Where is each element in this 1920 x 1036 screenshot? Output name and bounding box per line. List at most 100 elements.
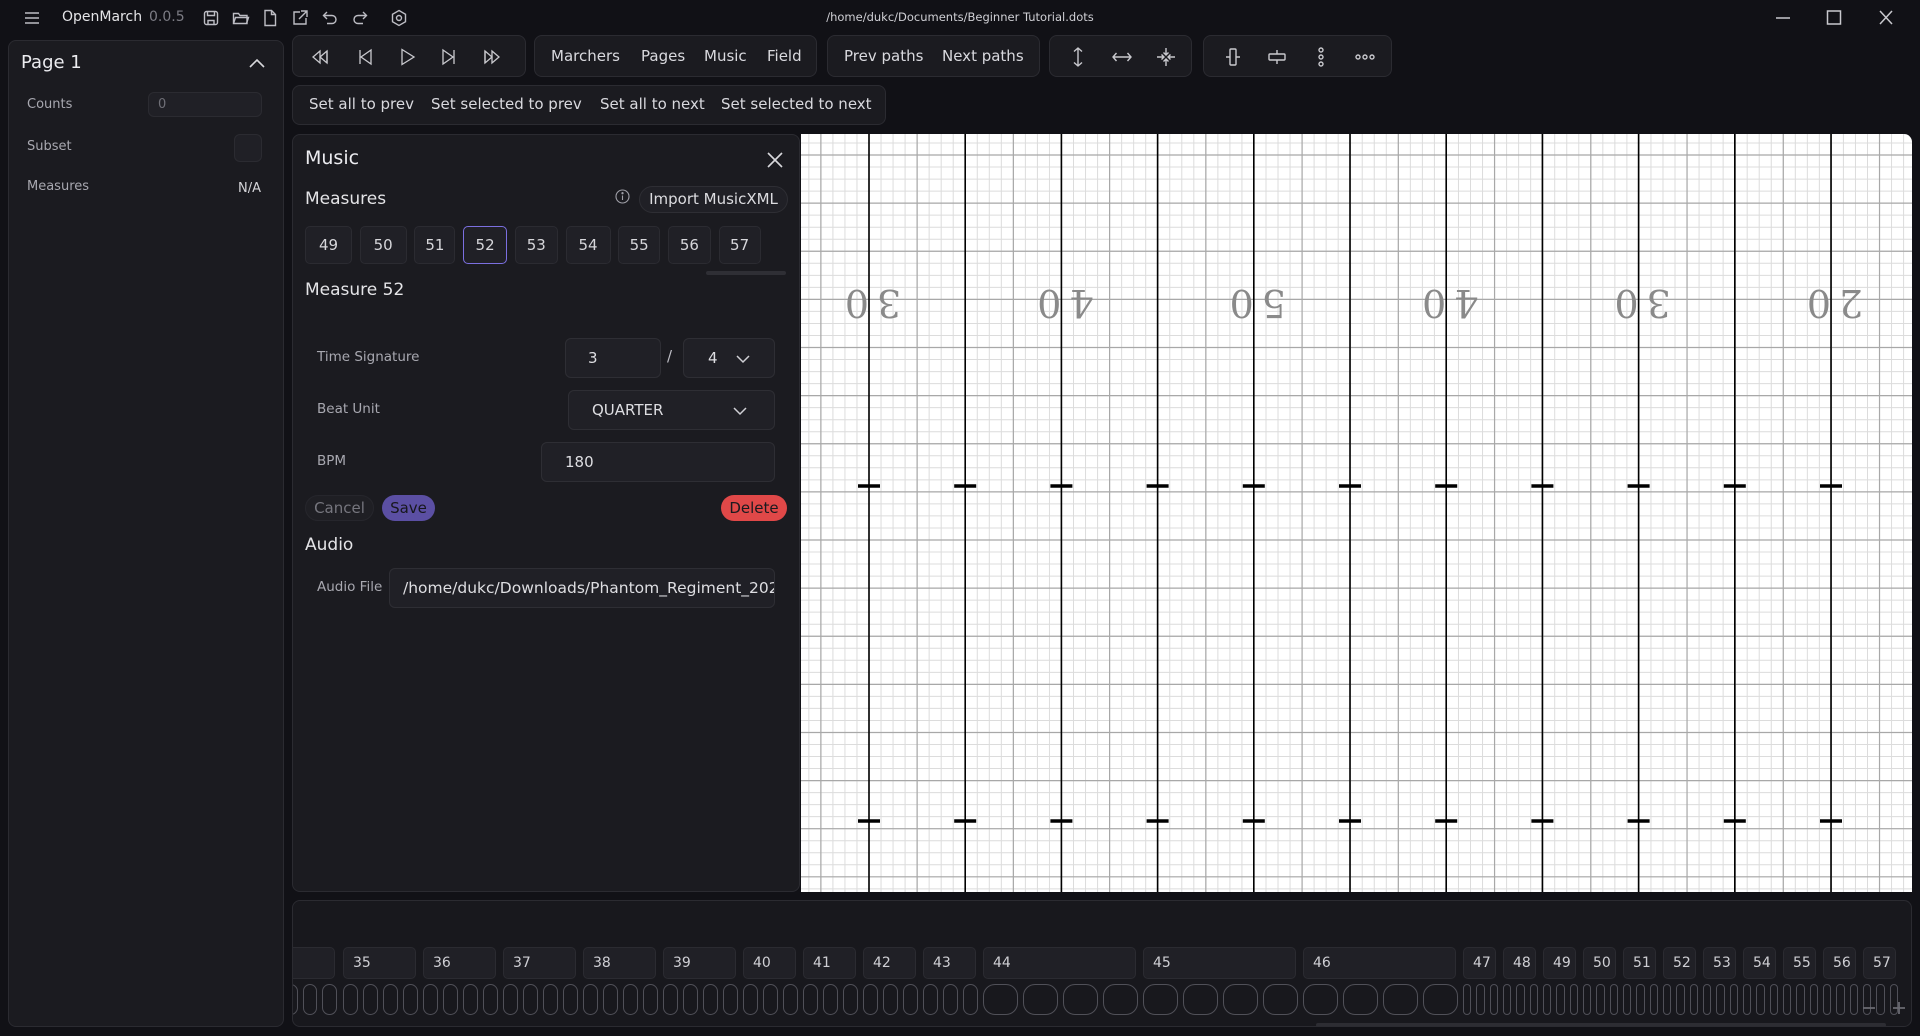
flip-horizontal-icon[interactable]	[1109, 44, 1135, 70]
close-icon[interactable]	[763, 148, 787, 172]
timeline-beat[interactable]	[903, 984, 918, 1015]
timeline-beat[interactable]	[623, 984, 638, 1015]
timeline-measure[interactable]: 46	[1303, 947, 1456, 979]
timeline-beat[interactable]	[343, 984, 358, 1015]
timeline-measure[interactable]: 36	[423, 947, 496, 979]
measure-button[interactable]: 54	[565, 226, 611, 264]
cancel-button[interactable]: Cancel	[305, 495, 374, 521]
minimize-icon[interactable]	[1770, 6, 1796, 30]
timeline-beat[interactable]	[1729, 984, 1738, 1015]
timeline-beat[interactable]	[1463, 984, 1472, 1015]
timeline-beat[interactable]	[1623, 984, 1632, 1015]
timeline-beat[interactable]	[1783, 984, 1792, 1015]
timeline-beat[interactable]	[1583, 984, 1592, 1015]
timeline-measure[interactable]: 52	[1663, 947, 1696, 979]
minus-icon[interactable]	[1861, 1000, 1877, 1016]
close-window-icon[interactable]	[1873, 6, 1899, 30]
timeline-beat[interactable]	[823, 984, 838, 1015]
timeline-measure[interactable]: 40	[743, 947, 796, 979]
timeline-measure[interactable]: 37	[503, 947, 576, 979]
timeline-beat[interactable]	[1063, 984, 1098, 1015]
timeline-beat[interactable]	[322, 984, 337, 1015]
plus-icon[interactable]	[1891, 1000, 1907, 1016]
timeline-beat[interactable]	[603, 984, 618, 1015]
timeline-beat[interactable]	[1769, 984, 1778, 1015]
new-file-icon[interactable]	[260, 8, 280, 28]
timeline-beat[interactable]	[1263, 984, 1298, 1015]
timeline-beat[interactable]	[523, 984, 538, 1015]
music-button[interactable]: Music	[704, 47, 747, 65]
timeline-beat[interactable]	[1849, 984, 1858, 1015]
timeline-beat[interactable]	[663, 984, 678, 1015]
timeline-beat[interactable]	[643, 984, 658, 1015]
delete-button[interactable]: Delete	[721, 495, 787, 521]
settings-icon[interactable]	[389, 8, 409, 28]
timeline-scrollbar[interactable]	[1316, 1023, 1886, 1026]
timeline-beat[interactable]	[383, 984, 398, 1015]
timeline-measure[interactable]: 50	[1583, 947, 1616, 979]
timeline-measure[interactable]: 35	[343, 947, 416, 979]
pages-button[interactable]: Pages	[641, 47, 685, 65]
subset-checkbox[interactable]	[234, 134, 262, 162]
bpm-input[interactable]: 180	[541, 442, 775, 482]
timeline-beat[interactable]	[483, 984, 498, 1015]
timeline-beat[interactable]	[463, 984, 478, 1015]
timeline-beat[interactable]	[1183, 984, 1218, 1015]
prev-paths-button[interactable]: Prev paths	[844, 47, 923, 65]
timeline-beat[interactable]	[1223, 984, 1258, 1015]
timeline-beat[interactable]	[1503, 984, 1512, 1015]
measure-button[interactable]: 50	[359, 226, 407, 264]
timeline-beat[interactable]	[363, 984, 378, 1015]
timeline-beat[interactable]	[563, 984, 578, 1015]
set-all-to-next-button[interactable]: Set all to next	[600, 95, 705, 113]
timeline-beat[interactable]	[1596, 984, 1605, 1015]
timeline-beat[interactable]	[1703, 984, 1712, 1015]
timeline-beat[interactable]	[803, 984, 818, 1015]
timeline-beat[interactable]	[883, 984, 898, 1015]
timeline-beat[interactable]	[843, 984, 858, 1015]
timeline-beat[interactable]	[983, 984, 1018, 1015]
timeline-beat[interactable]	[863, 984, 878, 1015]
timeline-beat[interactable]	[403, 984, 418, 1015]
timeline-beat[interactable]	[703, 984, 718, 1015]
beat-unit-select[interactable]: QUARTER	[568, 390, 775, 430]
timeline-beat[interactable]	[1743, 984, 1752, 1015]
timeline-beat[interactable]	[1689, 984, 1698, 1015]
timeline-measure[interactable]: 49	[1543, 947, 1576, 979]
distribute-vertical-icon[interactable]	[1308, 44, 1334, 70]
timeline-beat[interactable]	[943, 984, 958, 1015]
timeline-beat[interactable]	[683, 984, 698, 1015]
timeline-measure[interactable]: 48	[1503, 947, 1536, 979]
timeline-beat[interactable]	[743, 984, 758, 1015]
measure-button[interactable]: 55	[618, 226, 661, 264]
export-icon[interactable]	[290, 8, 310, 28]
timeline-beat[interactable]	[1663, 984, 1672, 1015]
timeline-beat[interactable]	[1103, 984, 1138, 1015]
save-button[interactable]: Save	[382, 495, 435, 521]
timeline-measure[interactable]: 57	[1863, 947, 1896, 979]
timeline-beat[interactable]	[503, 984, 518, 1015]
timeline-beat[interactable]	[1543, 984, 1552, 1015]
timeline-measure[interactable]: 53	[1703, 947, 1736, 979]
measure-list-scrollbar[interactable]	[706, 271, 786, 275]
timeline-beat[interactable]	[963, 984, 978, 1015]
timeline-beat[interactable]	[543, 984, 558, 1015]
measure-button[interactable]: 51	[414, 226, 456, 264]
flip-vertical-icon[interactable]	[1065, 44, 1091, 70]
info-icon[interactable]	[614, 188, 631, 205]
menu-icon[interactable]	[22, 8, 42, 28]
audio-file-input[interactable]: /home/dukc/Downloads/Phantom_Regiment_20…	[389, 568, 775, 608]
rewind-to-start-icon[interactable]	[308, 44, 334, 70]
timeline-beat[interactable]	[1676, 984, 1685, 1015]
timeline-beat[interactable]	[1529, 984, 1538, 1015]
timeline-beat[interactable]	[1489, 984, 1498, 1015]
timeline-measure[interactable]: 54	[1743, 947, 1776, 979]
next-paths-button[interactable]: Next paths	[942, 47, 1024, 65]
timeline-beat[interactable]	[443, 984, 458, 1015]
set-selected-to-prev-button[interactable]: Set selected to prev	[431, 95, 582, 113]
timeline-measure[interactable]: 44	[983, 947, 1136, 979]
timeline-measure[interactable]: 55	[1783, 947, 1816, 979]
timeline-beat[interactable]	[1556, 984, 1565, 1015]
set-selected-to-next-button[interactable]: Set selected to next	[721, 95, 872, 113]
undo-icon[interactable]	[320, 8, 340, 28]
